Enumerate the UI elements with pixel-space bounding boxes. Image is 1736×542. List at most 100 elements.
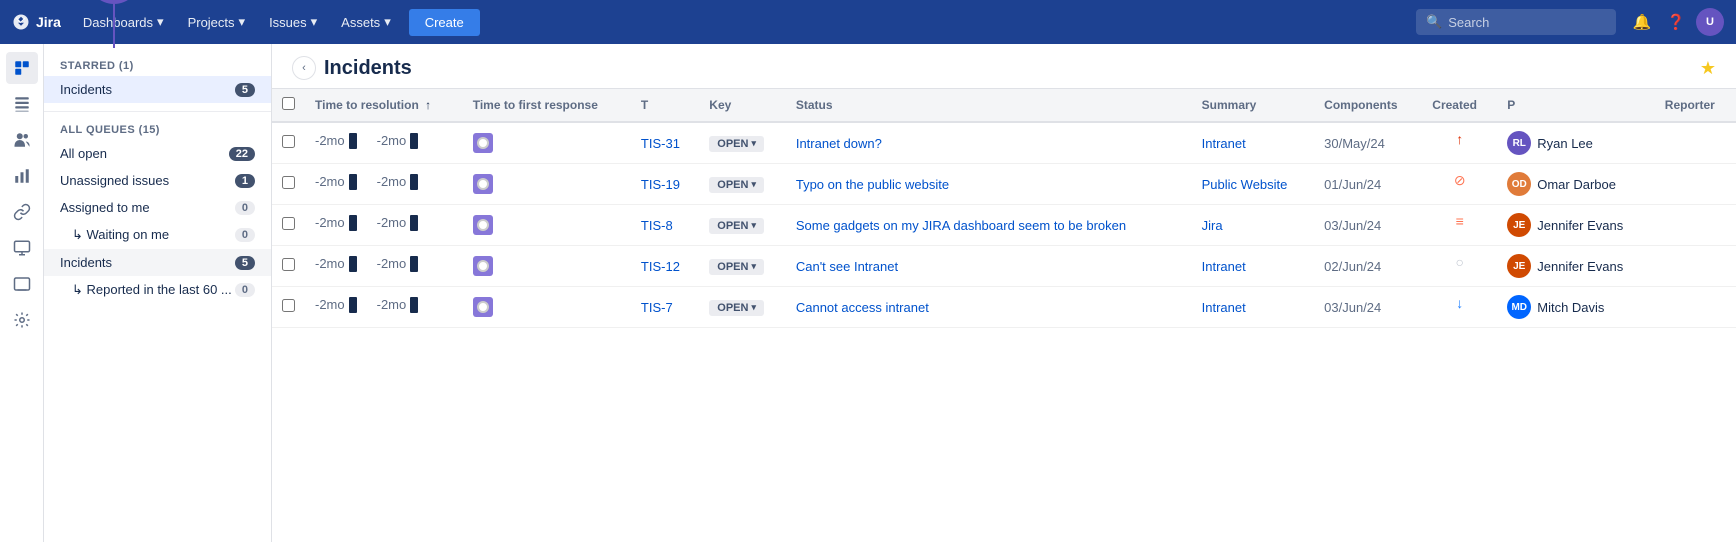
component-link[interactable]: Public Website: [1202, 177, 1288, 192]
status-badge[interactable]: OPEN ▾: [709, 136, 764, 152]
issue-key-link[interactable]: TIS-12: [641, 259, 680, 274]
col-status: Status: [786, 89, 1192, 122]
queue-item-assigned-to-me[interactable]: Assigned to me 0: [44, 194, 271, 221]
queue-item-label: ↳ Reported in the last 60 ...: [72, 282, 232, 298]
collapse-button[interactable]: ‹: [292, 56, 316, 80]
people-icon[interactable]: [6, 124, 38, 156]
issue-summary-link[interactable]: Can't see Intranet: [796, 259, 898, 274]
component-cell: Public Website: [1192, 164, 1315, 205]
queue-item-badge: 1: [235, 174, 255, 188]
queue-item-badge: 0: [235, 228, 255, 242]
queue-item-badge: 5: [235, 256, 255, 270]
chart-icon[interactable]: [6, 160, 38, 192]
created-cell: 01/Jun/24: [1314, 164, 1422, 205]
reporter-cell: OD Omar Darboe: [1497, 164, 1655, 205]
status-badge[interactable]: OPEN ▾: [709, 218, 764, 234]
step-line: [113, 4, 115, 48]
queue-item-all-open[interactable]: All open 22: [44, 140, 271, 167]
monitor-icon[interactable]: [6, 232, 38, 264]
row-checkbox[interactable]: [282, 176, 295, 189]
star-button[interactable]: ★: [1700, 58, 1716, 79]
time-to-resolution-cell: -2mo: [305, 207, 367, 239]
jira-logo[interactable]: Jira: [12, 13, 61, 31]
issue-key-link[interactable]: TIS-19: [641, 177, 680, 192]
key-cell: TIS-12: [631, 246, 699, 287]
queue-item-badge: 5: [235, 83, 255, 97]
queue-sidebar: STARRED (1) Incidents 5 ALL QUEUES (15) …: [44, 44, 272, 542]
reporter-avatar: RL: [1507, 131, 1531, 155]
component-link[interactable]: Intranet: [1202, 300, 1246, 315]
top-nav: Jira Dashboards ▾ Projects ▾ Issues ▾ As…: [0, 0, 1736, 44]
search-bar[interactable]: 🔍 Search: [1416, 9, 1616, 35]
issues-table: Time to resolution ↑ Time to first respo…: [272, 89, 1736, 328]
project-switcher-icon[interactable]: [6, 52, 38, 84]
component-link[interactable]: Jira: [1202, 218, 1223, 233]
row-checkbox[interactable]: [282, 217, 295, 230]
issue-key-link[interactable]: TIS-31: [641, 136, 680, 151]
col-priority: P: [1497, 89, 1655, 122]
col-time-to-resolution[interactable]: Time to resolution ↑: [305, 89, 463, 122]
summary-cell: Some gadgets on my JIRA dashboard seem t…: [786, 205, 1192, 246]
queue-item-label: All open: [60, 146, 107, 161]
status-cell: OPEN ▾: [699, 164, 786, 205]
time-to-first-response-cell: -2mo: [367, 166, 429, 198]
reporter-cell: JE Jennifer Evans: [1497, 205, 1655, 246]
link-icon[interactable]: [6, 196, 38, 228]
user-avatar[interactable]: U: [1696, 8, 1724, 36]
create-button[interactable]: Create: [409, 9, 480, 36]
priority-cell: ≡: [1422, 205, 1497, 237]
icon-sidebar: [0, 44, 44, 542]
reporter-name: Mitch Davis: [1537, 300, 1604, 315]
col-reporter: Reporter: [1655, 89, 1736, 122]
component-link[interactable]: Intranet: [1202, 259, 1246, 274]
issue-summary-link[interactable]: Typo on the public website: [796, 177, 949, 192]
nav-dashboards[interactable]: Dashboards ▾: [73, 8, 174, 36]
summary-cell: Can't see Intranet: [786, 246, 1192, 287]
reporter-avatar: MD: [1507, 295, 1531, 319]
issue-type-icon: [473, 256, 493, 276]
time-to-first-response-cell: -2mo: [367, 125, 429, 157]
issue-key-link[interactable]: TIS-8: [641, 218, 673, 233]
row-checkbox[interactable]: [282, 299, 295, 312]
key-cell: TIS-7: [631, 287, 699, 328]
component-link[interactable]: Intranet: [1202, 136, 1246, 151]
priority-cell: ↑: [1422, 123, 1497, 155]
status-badge[interactable]: OPEN ▾: [709, 259, 764, 275]
time-bar-icon: [349, 133, 357, 149]
row-checkbox[interactable]: [282, 258, 295, 271]
queue-item-waiting-on-me[interactable]: ↳ Waiting on me 0: [44, 221, 271, 249]
table-row: -2mo -2mo TIS-31 OPEN ▾ Intranet down? I…: [272, 122, 1736, 164]
type-cell: [463, 122, 631, 164]
time-to-first-response-cell: -2mo: [367, 248, 429, 280]
settings-icon[interactable]: [6, 304, 38, 336]
nav-assets[interactable]: Assets ▾: [331, 8, 401, 36]
queue-item-incidents-starred[interactable]: Incidents 5: [44, 76, 271, 103]
priority-cell: ⊘: [1422, 164, 1497, 197]
issue-summary-link[interactable]: Cannot access intranet: [796, 300, 929, 315]
row-checkbox[interactable]: [282, 135, 295, 148]
status-badge[interactable]: OPEN ▾: [709, 300, 764, 316]
nav-issues[interactable]: Issues ▾: [259, 8, 327, 36]
page-title: Incidents: [324, 57, 412, 80]
queue-item-incidents[interactable]: Incidents 5: [44, 249, 271, 276]
desktop-icon[interactable]: [6, 268, 38, 300]
issue-summary-link[interactable]: Intranet down?: [796, 136, 882, 151]
table-row: -2mo -2mo TIS-7 OPEN ▾ Cannot access int…: [272, 287, 1736, 328]
time-bar-icon: [349, 256, 357, 272]
created-cell: 30/May/24: [1314, 122, 1422, 164]
notifications-icon[interactable]: 🔔: [1628, 8, 1656, 36]
col-time-to-first-response: Time to first response: [463, 89, 631, 122]
time-to-first-response-cell: -2mo: [367, 289, 429, 321]
queue-item-badge: 0: [235, 283, 255, 297]
queue-item-reported-last-60[interactable]: ↳ Reported in the last 60 ... 0: [44, 276, 271, 304]
nav-projects[interactable]: Projects ▾: [178, 8, 256, 36]
select-all-checkbox[interactable]: [282, 97, 295, 110]
status-badge[interactable]: OPEN ▾: [709, 177, 764, 193]
status-cell: OPEN ▾: [699, 205, 786, 246]
issue-key-link[interactable]: TIS-7: [641, 300, 673, 315]
time-bar-icon: [410, 297, 418, 313]
help-icon[interactable]: ❓: [1662, 8, 1690, 36]
board-view-icon[interactable]: [6, 88, 38, 120]
issue-summary-link[interactable]: Some gadgets on my JIRA dashboard seem t…: [796, 218, 1126, 233]
queue-item-unassigned[interactable]: Unassigned issues 1: [44, 167, 271, 194]
